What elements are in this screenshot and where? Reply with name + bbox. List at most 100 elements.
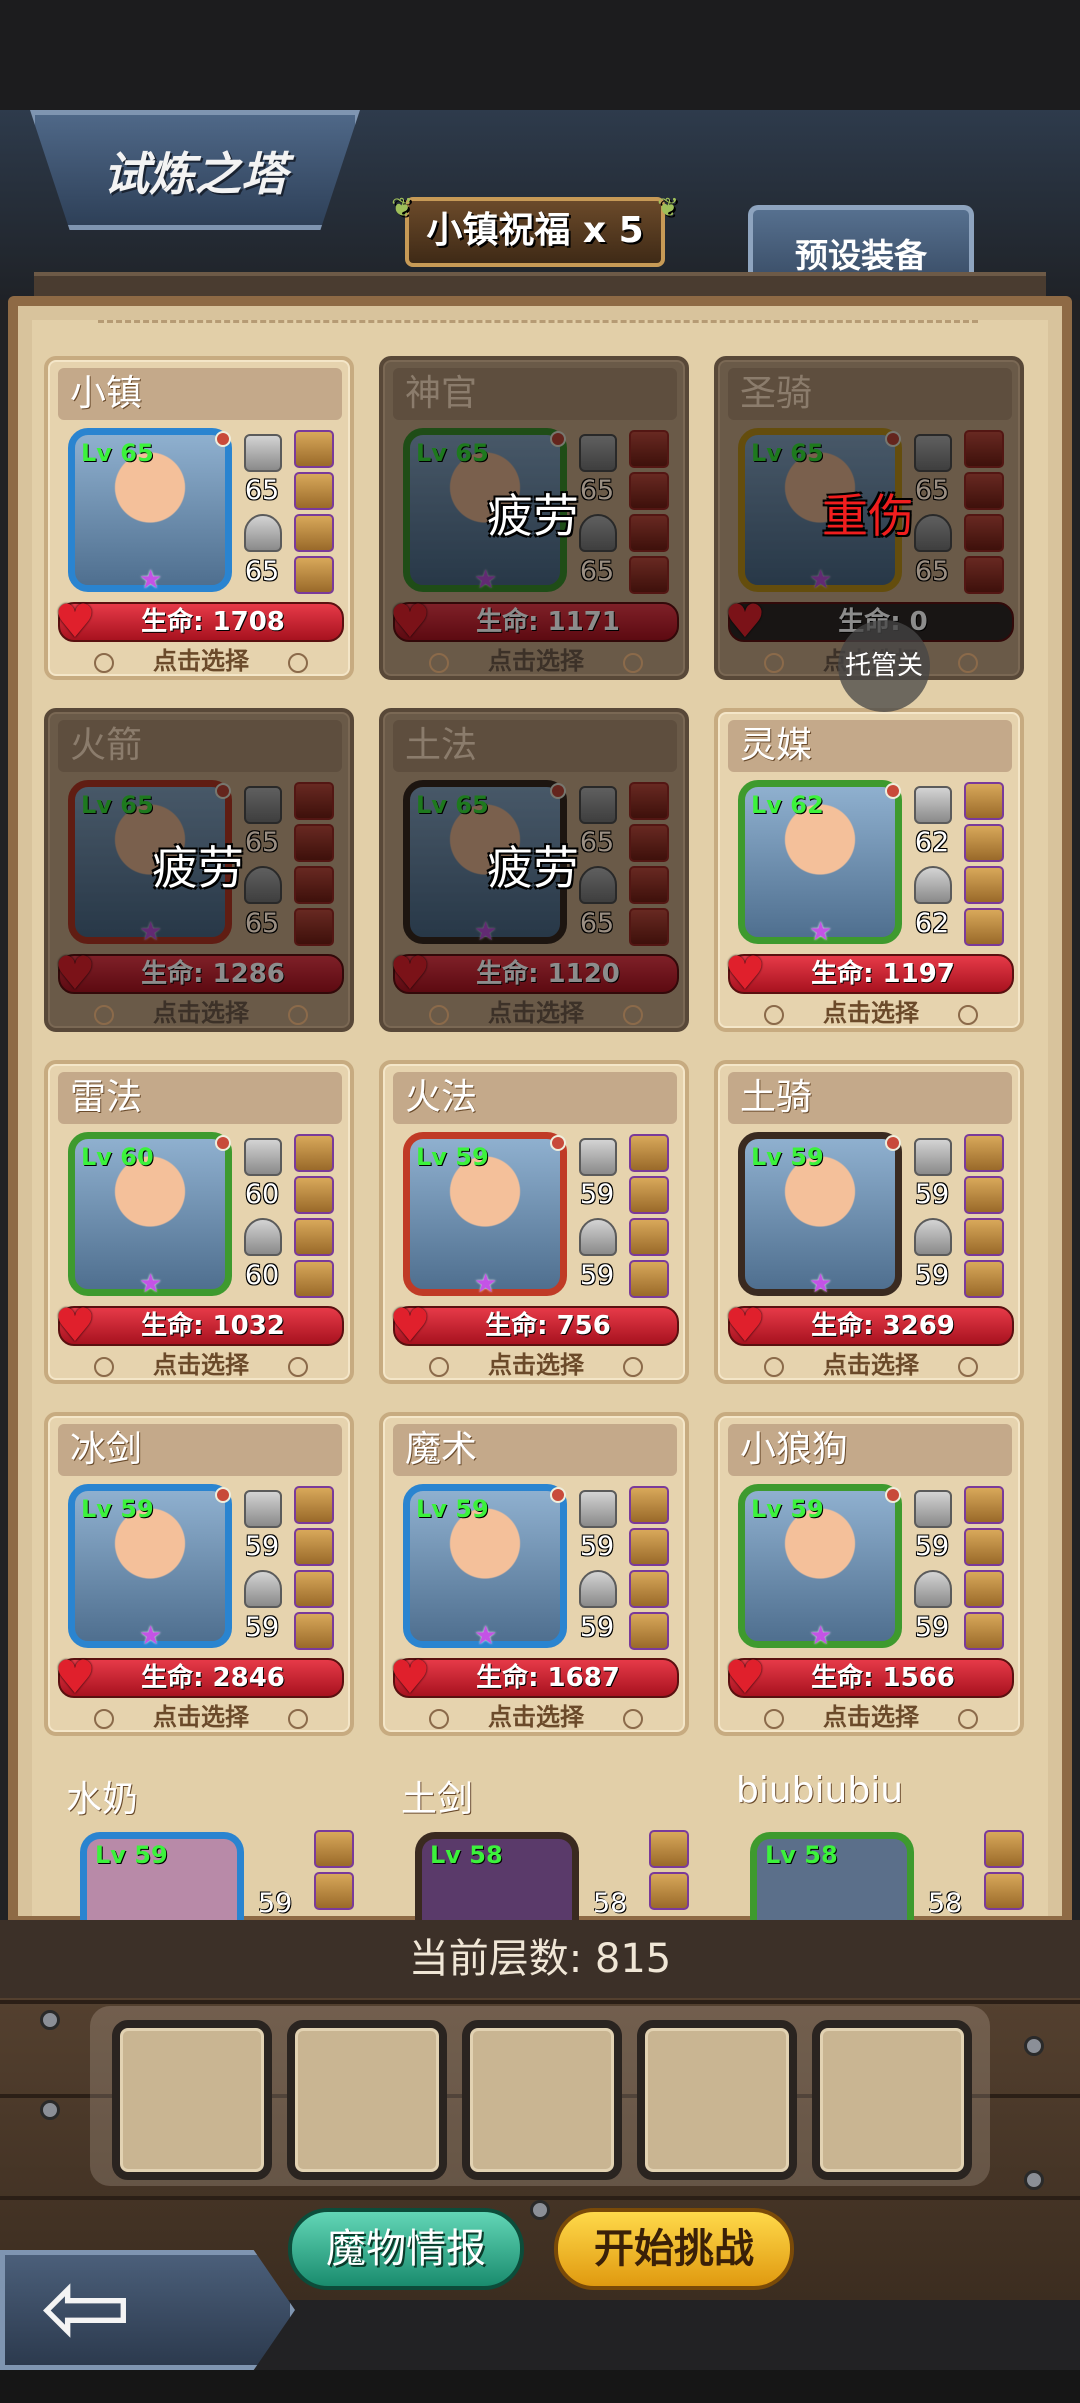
weapon-level: 59: [258, 1888, 293, 1919]
select-hero-button[interactable]: 点击选择: [88, 646, 314, 676]
select-hero-button[interactable]: 点击选择: [423, 998, 649, 1028]
star-icon: ★: [139, 1269, 163, 1299]
equipment-slot-icon: [294, 514, 334, 552]
hero-level: Lv 59: [751, 1143, 824, 1171]
team-slot-3[interactable]: [462, 2020, 622, 2180]
hp-label: 生命: 756: [485, 1311, 611, 1341]
hero-card-partial[interactable]: 土剑 Lv 58 58: [379, 1770, 689, 1932]
select-hero-button[interactable]: 点击选择: [88, 1702, 314, 1732]
select-hero-button[interactable]: 点击选择: [423, 1702, 649, 1732]
hp-label: 生命: 3269: [811, 1311, 955, 1341]
hero-portrait: Lv 65 ★: [68, 428, 232, 595]
select-hero-button[interactable]: 点击选择: [758, 1350, 984, 1380]
select-hero-button[interactable]: 点击选择: [758, 1702, 984, 1732]
select-hero-button[interactable]: 点击选择: [423, 646, 649, 676]
armor-level: 65: [914, 556, 950, 587]
hp-bar: ♥ 生命: 1286: [54, 950, 344, 996]
hp-bar: ♥ 生命: 1032: [54, 1302, 344, 1348]
helmet-icon: [579, 1218, 617, 1256]
hero-card[interactable]: 雷法 Lv 60 ★ 60 60 ♥ 生命: 1032 点击选择: [44, 1060, 354, 1384]
system-nav-bar: [0, 2370, 1080, 2403]
hero-level: Lv 59: [416, 1495, 489, 1523]
team-slot-4[interactable]: [637, 2020, 797, 2180]
weapon-icon: [244, 786, 282, 824]
gem-icon: [215, 1135, 231, 1151]
gem-icon: [885, 1135, 901, 1151]
equipment-slot-icon: [294, 472, 334, 510]
hp-bar: ♥ 生命: 1687: [389, 1654, 679, 1700]
weapon-level: 58: [928, 1888, 963, 1919]
equipment-slot-icon: [314, 1872, 354, 1910]
hero-card[interactable]: 土骑 Lv 59 ★ 59 59 ♥ 生命: 3269 点击选择: [714, 1060, 1024, 1384]
star-icon: ★: [809, 1621, 833, 1651]
hero-card[interactable]: 灵媒 Lv 62 ★ 62 62 ♥ 生命: 1197 点击选择: [714, 708, 1024, 1032]
hero-card[interactable]: 火箭 Lv 65 ★ 65 65 疲劳 ♥ 生命: 1286 点击选择: [44, 708, 354, 1032]
auto-toggle-button[interactable]: 托管关: [838, 620, 930, 712]
star-icon: ★: [474, 565, 498, 595]
weapon-icon: [579, 1138, 617, 1176]
heart-icon: ♥: [389, 594, 431, 648]
heart-icon: ♥: [389, 946, 431, 1000]
equipment-slot-icon: [629, 1528, 669, 1566]
equipment-slot-icon: [294, 430, 334, 468]
hero-card[interactable]: 神官 Lv 65 ★ 65 65 疲劳 ♥ 生命: 1171 点击选择: [379, 356, 689, 680]
rivet: [40, 2100, 60, 2120]
team-slot-1[interactable]: [112, 2020, 272, 2180]
equipment-slot-icon: [629, 1486, 669, 1524]
equipment-slot-icon: [629, 1612, 669, 1650]
hero-portrait: Lv 59 ★: [68, 1484, 232, 1651]
weapon-level: 59: [914, 1179, 950, 1210]
gem-icon: [215, 783, 231, 799]
hero-name: 圣骑: [728, 368, 1012, 420]
equipment-slot-icon: [294, 908, 334, 946]
equipment-slot-icon: [294, 556, 334, 594]
team-slot-2[interactable]: [287, 2020, 447, 2180]
equipment-slot-icon: [294, 1176, 334, 1214]
equipment-slot-icon: [314, 1830, 354, 1868]
armor-level: 60: [244, 1260, 280, 1291]
gem-icon: [885, 783, 901, 799]
armor-level: 59: [579, 1612, 615, 1643]
hero-card-partial[interactable]: 水奶 Lv 59 59: [44, 1770, 354, 1932]
hero-portrait: Lv 62 ★: [738, 780, 902, 947]
helmet-icon: [914, 1570, 952, 1608]
hero-card[interactable]: 土法 Lv 65 ★ 65 65 疲劳 ♥ 生命: 1120 点击选择: [379, 708, 689, 1032]
plank-divider: [0, 2000, 1080, 2004]
heart-icon: ♥: [54, 1650, 96, 1704]
equipment-slot-icon: [629, 782, 669, 820]
rivet: [40, 2010, 60, 2030]
hero-level: Lv 58: [765, 1841, 838, 1869]
weapon-icon: [244, 434, 282, 472]
hp-bar: ♥ 生命: 3269: [724, 1302, 1014, 1348]
back-arrow-icon: ⇦: [40, 2243, 133, 2371]
select-hero-button[interactable]: 点击选择: [88, 998, 314, 1028]
weapon-level: 62: [914, 827, 950, 858]
hp-label: 生命: 2846: [141, 1663, 285, 1693]
weapon-icon: [244, 1490, 282, 1528]
hero-card[interactable]: 小狼狗 Lv 59 ★ 59 59 ♥ 生命: 1566 点击选择: [714, 1412, 1024, 1736]
gem-icon: [550, 431, 566, 447]
hero-card[interactable]: 火法 Lv 59 ★ 59 59 ♥ 生命: 756 点击选择: [379, 1060, 689, 1384]
hero-level: Lv 59: [416, 1143, 489, 1171]
start-challenge-button[interactable]: 开始挑战: [554, 2208, 794, 2290]
hp-label: 生命: 1566: [811, 1663, 955, 1693]
hero-card[interactable]: 魔术 Lv 59 ★ 59 59 ♥ 生命: 1687 点击选择: [379, 1412, 689, 1736]
gem-icon: [885, 431, 901, 447]
select-hero-button[interactable]: 点击选择: [88, 1350, 314, 1380]
select-hero-button[interactable]: 点击选择: [423, 1350, 649, 1380]
equipment-slot-icon: [964, 1218, 1004, 1256]
gem-icon: [885, 1487, 901, 1503]
monster-info-button[interactable]: 魔物情报: [288, 2208, 524, 2290]
hero-level: Lv 62: [751, 791, 824, 819]
hp-label: 生命: 1032: [141, 1311, 285, 1341]
hero-card[interactable]: 冰剑 Lv 59 ★ 59 59 ♥ 生命: 2846 点击选择: [44, 1412, 354, 1736]
heart-icon: ♥: [724, 594, 766, 648]
team-slot-5[interactable]: [812, 2020, 972, 2180]
equipment-slot-icon: [984, 1872, 1024, 1910]
hero-card[interactable]: 小镇 Lv 65 ★ 65 65 ♥ 生命: 1708 点击选择: [44, 356, 354, 680]
star-icon: ★: [139, 917, 163, 947]
select-hero-button[interactable]: 点击选择: [758, 998, 984, 1028]
hp-bar: ♥ 生命: 1197: [724, 950, 1014, 996]
hero-card-partial[interactable]: biubiubiu Lv 58 58: [714, 1770, 1024, 1932]
heart-icon: ♥: [389, 1298, 431, 1352]
